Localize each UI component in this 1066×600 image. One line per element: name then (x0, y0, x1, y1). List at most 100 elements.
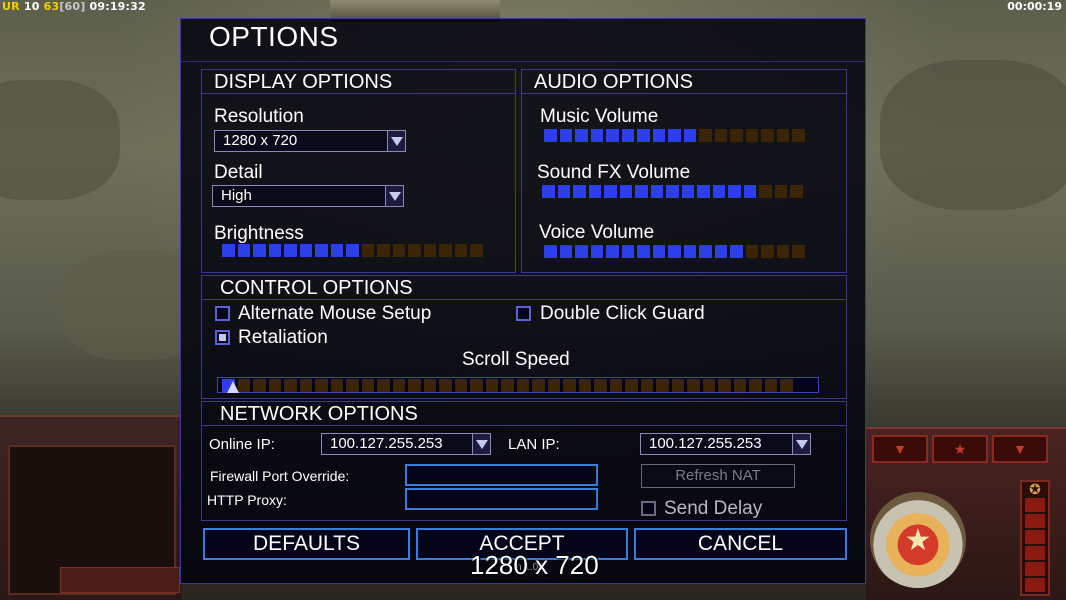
scroll-speed-segment[interactable] (563, 379, 576, 392)
http-proxy-input[interactable] (405, 488, 598, 510)
scroll-speed-segment[interactable] (516, 379, 529, 392)
sfx-volume-segment[interactable] (728, 185, 741, 198)
scroll-speed-segment[interactable] (330, 379, 343, 392)
firewall-port-input[interactable] (405, 464, 598, 486)
sfx-volume-segment[interactable] (604, 185, 617, 198)
music-volume-segment[interactable] (776, 129, 789, 142)
brightness-segment[interactable] (454, 244, 467, 257)
sfx-volume-slider[interactable] (542, 185, 803, 198)
brightness-segment[interactable] (423, 244, 436, 257)
refresh-nat-button[interactable]: Refresh NAT (641, 464, 795, 488)
brightness-segment[interactable] (392, 244, 405, 257)
tab-structures[interactable]: ▼ (872, 435, 928, 463)
brightness-segment[interactable] (268, 244, 281, 257)
scroll-speed-segment[interactable] (408, 379, 421, 392)
sfx-volume-segment[interactable] (743, 185, 756, 198)
scroll-speed-segment[interactable] (377, 379, 390, 392)
scroll-speed-segment[interactable] (392, 379, 405, 392)
scroll-speed-segment[interactable] (532, 379, 545, 392)
brightness-segment[interactable] (253, 244, 266, 257)
voice-volume-slider[interactable] (544, 245, 805, 258)
defaults-button[interactable]: DEFAULTS (203, 528, 410, 560)
scroll-speed-segment[interactable] (609, 379, 622, 392)
voice-volume-segment[interactable] (761, 245, 774, 258)
scroll-speed-segment[interactable] (299, 379, 312, 392)
sfx-volume-segment[interactable] (666, 185, 679, 198)
brightness-segment[interactable] (299, 244, 312, 257)
chevron-down-icon[interactable] (792, 434, 810, 454)
voice-volume-segment[interactable] (559, 245, 572, 258)
music-volume-segment[interactable] (761, 129, 774, 142)
music-volume-segment[interactable] (699, 129, 712, 142)
voice-volume-segment[interactable] (637, 245, 650, 258)
scroll-speed-segment[interactable] (702, 379, 715, 392)
voice-volume-segment[interactable] (621, 245, 634, 258)
voice-volume-segment[interactable] (730, 245, 743, 258)
music-volume-segment[interactable] (745, 129, 758, 142)
scroll-speed-segment[interactable] (253, 379, 266, 392)
alternate-mouse-label[interactable]: Alternate Mouse Setup (238, 303, 431, 325)
sfx-volume-segment[interactable] (681, 185, 694, 198)
music-volume-segment[interactable] (668, 129, 681, 142)
scroll-speed-segment[interactable] (749, 379, 762, 392)
music-volume-segment[interactable] (575, 129, 588, 142)
scroll-speed-segment[interactable] (780, 379, 793, 392)
scroll-speed-segment[interactable] (656, 379, 669, 392)
sfx-volume-segment[interactable] (573, 185, 586, 198)
voice-volume-segment[interactable] (544, 245, 557, 258)
scroll-speed-thumb[interactable] (227, 381, 239, 393)
alternate-mouse-checkbox[interactable] (215, 306, 230, 321)
voice-volume-segment[interactable] (652, 245, 665, 258)
scroll-speed-segment[interactable] (284, 379, 297, 392)
scroll-speed-segment[interactable] (640, 379, 653, 392)
voice-volume-segment[interactable] (792, 245, 805, 258)
sfx-volume-segment[interactable] (712, 185, 725, 198)
voice-volume-segment[interactable] (699, 245, 712, 258)
music-volume-segment[interactable] (714, 129, 727, 142)
send-delay-checkbox[interactable] (641, 501, 656, 516)
music-volume-segment[interactable] (590, 129, 603, 142)
sfx-volume-segment[interactable] (588, 185, 601, 198)
scroll-speed-segment[interactable] (454, 379, 467, 392)
brightness-segment[interactable] (237, 244, 250, 257)
scroll-speed-segment[interactable] (733, 379, 746, 392)
scroll-speed-segment[interactable] (439, 379, 452, 392)
chevron-down-icon[interactable] (387, 131, 405, 151)
sfx-volume-segment[interactable] (557, 185, 570, 198)
sfx-volume-segment[interactable] (619, 185, 632, 198)
music-volume-segment[interactable] (792, 129, 805, 142)
scroll-speed-slider[interactable] (217, 377, 819, 393)
sfx-volume-segment[interactable] (697, 185, 710, 198)
voice-volume-segment[interactable] (575, 245, 588, 258)
sfx-volume-segment[interactable] (774, 185, 787, 198)
brightness-segment[interactable] (222, 244, 235, 257)
tab-general[interactable]: ★ (932, 435, 988, 463)
music-volume-segment[interactable] (730, 129, 743, 142)
cancel-button[interactable]: CANCEL (634, 528, 847, 560)
chevron-down-icon[interactable] (472, 434, 490, 454)
retaliation-checkbox[interactable] (215, 330, 230, 345)
brightness-slider[interactable] (222, 244, 483, 257)
scroll-speed-segment[interactable] (578, 379, 591, 392)
retaliation-label[interactable]: Retaliation (238, 327, 328, 349)
double-click-guard-label[interactable]: Double Click Guard (540, 303, 705, 325)
voice-volume-segment[interactable] (606, 245, 619, 258)
brightness-segment[interactable] (439, 244, 452, 257)
tab-units[interactable]: ▼ (992, 435, 1048, 463)
brightness-segment[interactable] (346, 244, 359, 257)
scroll-speed-segment[interactable] (594, 379, 607, 392)
scroll-speed-segment[interactable] (671, 379, 684, 392)
scroll-speed-segment[interactable] (501, 379, 514, 392)
send-delay-label[interactable]: Send Delay (664, 498, 762, 520)
music-volume-segment[interactable] (559, 129, 572, 142)
sfx-volume-segment[interactable] (790, 185, 803, 198)
detail-dropdown[interactable]: High (212, 185, 404, 207)
double-click-guard-checkbox[interactable] (516, 306, 531, 321)
brightness-segment[interactable] (361, 244, 374, 257)
sfx-volume-segment[interactable] (542, 185, 555, 198)
brightness-segment[interactable] (284, 244, 297, 257)
brightness-segment[interactable] (330, 244, 343, 257)
voice-volume-segment[interactable] (683, 245, 696, 258)
scroll-speed-segment[interactable] (485, 379, 498, 392)
voice-volume-segment[interactable] (776, 245, 789, 258)
